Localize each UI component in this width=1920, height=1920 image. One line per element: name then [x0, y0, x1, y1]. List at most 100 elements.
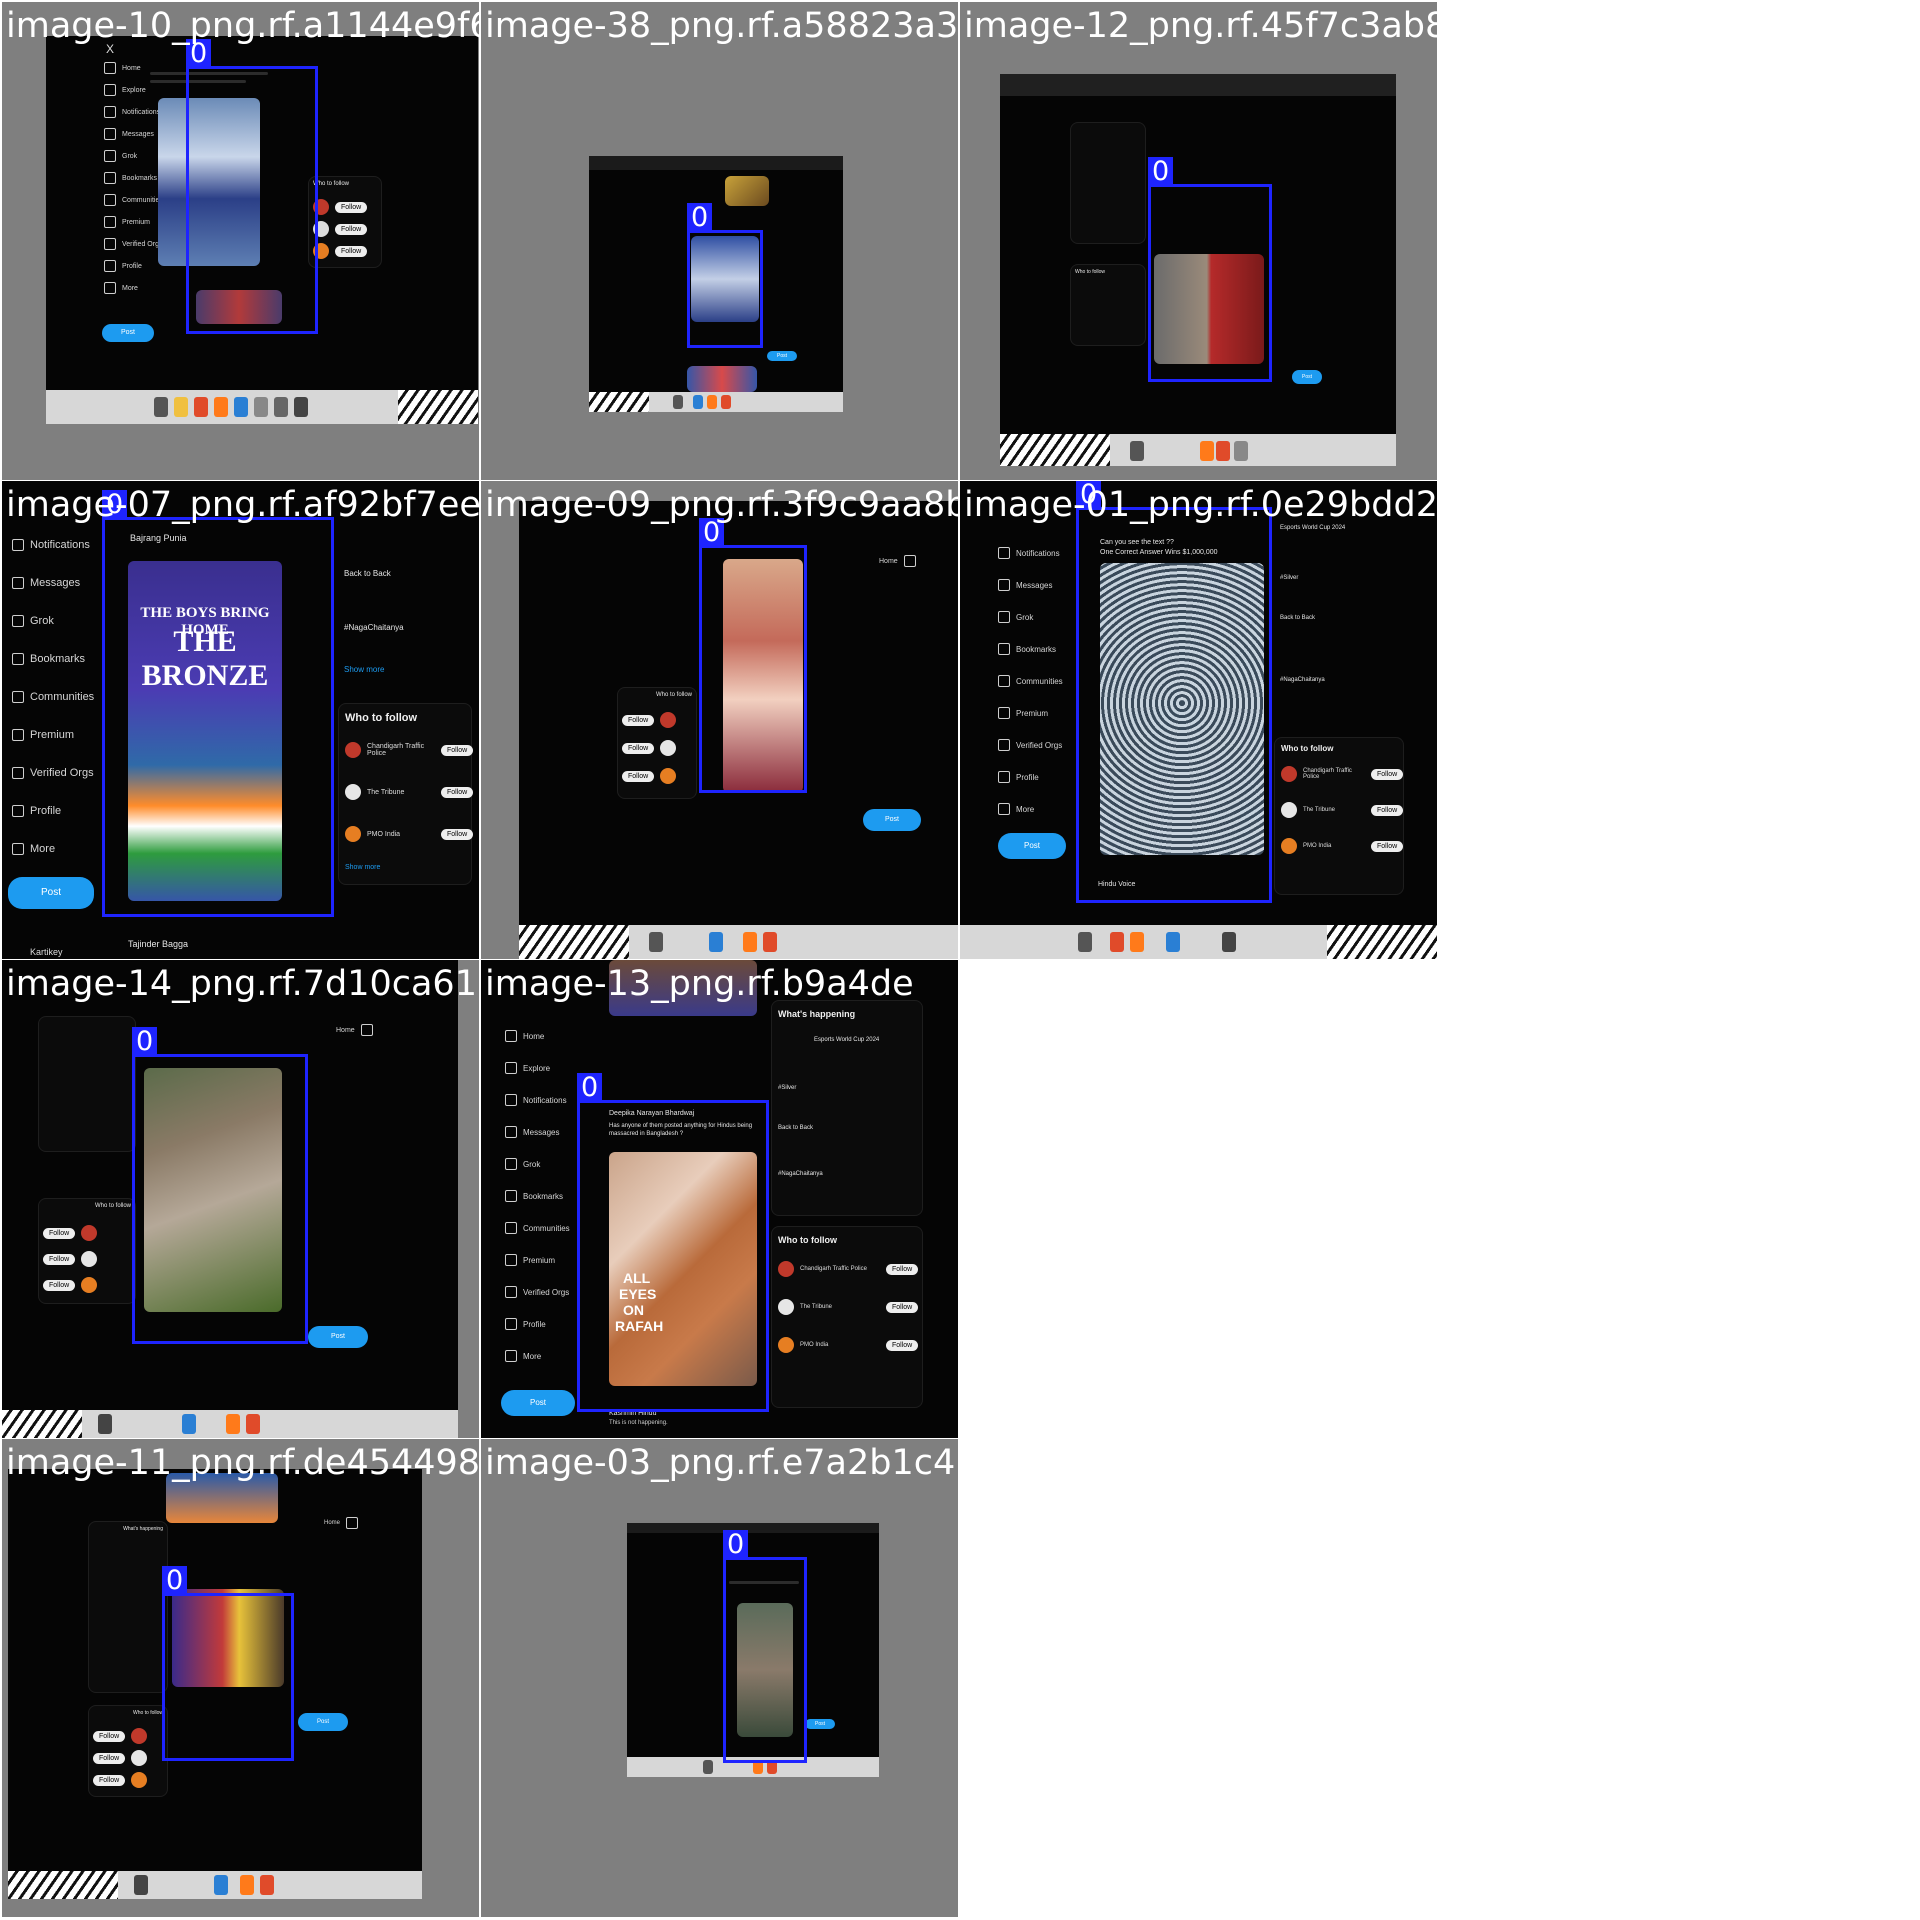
firefox-icon[interactable] — [1200, 441, 1214, 461]
app-icon[interactable] — [1130, 441, 1144, 461]
sidebar-item-premium[interactable]: Premium — [998, 707, 1048, 719]
sidebar-item-explore[interactable]: Explore — [505, 1062, 550, 1074]
vscode-icon[interactable] — [693, 395, 703, 409]
sidebar-item-home[interactable]: Home — [336, 1024, 373, 1036]
sidebar-item-explore[interactable]: Explore — [104, 84, 146, 96]
trend-item[interactable]: #Silver — [778, 1085, 796, 1091]
app-icon[interactable] — [1078, 932, 1092, 952]
app-icon[interactable] — [673, 395, 683, 409]
firefox-icon[interactable] — [214, 397, 228, 417]
sidebar-item-home[interactable]: Home — [324, 1517, 359, 1529]
settings-icon[interactable] — [294, 397, 308, 417]
trend-item[interactable]: #NagaChaitanya — [778, 1171, 823, 1177]
sidebar-item-home[interactable]: Home — [879, 555, 916, 567]
post-button[interactable]: Post — [102, 324, 154, 342]
sidebar-item-messages[interactable]: Messages — [104, 128, 154, 140]
trend-item[interactable]: Back to Back — [778, 1125, 813, 1131]
post-button[interactable]: Post — [1292, 370, 1322, 384]
sidebar-item-communities[interactable]: Communities — [998, 675, 1063, 687]
trend-item[interactable]: Back to Back — [344, 569, 391, 578]
sidebar-item-grok[interactable]: Grok — [104, 150, 137, 162]
vscode-icon[interactable] — [709, 932, 723, 952]
sidebar-item-notifications[interactable]: Notifications — [505, 1094, 567, 1106]
app-icon[interactable] — [174, 397, 188, 417]
firefox-icon[interactable] — [240, 1875, 254, 1895]
follow-button[interactable]: Follow — [93, 1774, 126, 1786]
sidebar-item-grok[interactable]: Grok — [505, 1158, 540, 1170]
follow-button[interactable]: Follow — [622, 742, 655, 754]
post-button[interactable]: Post — [501, 1390, 575, 1416]
sidebar-item-premium[interactable]: Premium — [505, 1254, 555, 1266]
follow-button[interactable]: Follow — [93, 1730, 126, 1742]
firefox-icon[interactable] — [707, 395, 717, 409]
vscode-icon[interactable] — [214, 1875, 228, 1895]
sidebar-item-communities[interactable]: Communities — [104, 194, 163, 206]
sidebar-item-verified-orgs[interactable]: Verified Orgs — [104, 238, 162, 250]
post-button[interactable]: Post — [298, 1713, 348, 1731]
follow-button[interactable]: Follow — [441, 786, 474, 798]
follow-button[interactable]: Follow — [441, 828, 474, 840]
sidebar-item-bookmarks[interactable]: Bookmarks — [505, 1190, 563, 1202]
post-button[interactable]: Post — [767, 351, 797, 361]
sidebar-item-verified-orgs[interactable]: Verified Orgs — [998, 739, 1062, 751]
brave-icon[interactable] — [763, 932, 777, 952]
settings-icon[interactable] — [134, 1875, 148, 1895]
follow-button[interactable]: Follow — [93, 1752, 126, 1764]
follow-button[interactable]: Follow — [43, 1253, 76, 1265]
app-icon[interactable] — [649, 932, 663, 952]
trend-item[interactable]: #NagaChaitanya — [1280, 677, 1325, 683]
sidebar-item-premium[interactable]: Premium — [104, 216, 150, 228]
show-more-link[interactable]: Show more — [344, 665, 384, 674]
sidebar-item-notifications[interactable]: Notifications — [998, 547, 1060, 559]
sidebar-item-notifications[interactable]: Notifications — [12, 539, 90, 551]
app-icon[interactable] — [274, 397, 288, 417]
follow-button[interactable]: Follow — [622, 770, 655, 782]
post-button[interactable]: Post — [8, 877, 94, 909]
sidebar-item-bookmarks[interactable]: Bookmarks — [998, 643, 1056, 655]
sidebar-item-notifications[interactable]: Notifications — [104, 106, 160, 118]
sidebar-item-bookmarks[interactable]: Bookmarks — [12, 653, 85, 665]
follow-button[interactable]: Follow — [1371, 840, 1404, 852]
sidebar-item-more[interactable]: More — [505, 1350, 541, 1362]
follow-button[interactable]: Follow — [335, 223, 368, 235]
post-button[interactable]: Post — [998, 833, 1066, 859]
settings-icon[interactable] — [1222, 932, 1236, 952]
follow-button[interactable]: Follow — [335, 201, 368, 213]
sidebar-item-messages[interactable]: Messages — [12, 577, 80, 589]
sidebar-item-messages[interactable]: Messages — [505, 1126, 559, 1138]
sidebar-item-more[interactable]: More — [12, 843, 55, 855]
sidebar-item-grok[interactable]: Grok — [12, 615, 54, 627]
brave-icon[interactable] — [1216, 441, 1230, 461]
follow-button[interactable]: Follow — [1371, 768, 1404, 780]
sidebar-item-more[interactable]: More — [104, 282, 138, 294]
brave-icon[interactable] — [260, 1875, 274, 1895]
app-icon[interactable] — [703, 1760, 713, 1774]
sidebar-item-grok[interactable]: Grok — [998, 611, 1033, 623]
follow-button[interactable]: Follow — [886, 1301, 919, 1313]
brave-icon[interactable] — [721, 395, 731, 409]
trend-item[interactable]: #NagaChaitanya — [344, 623, 404, 632]
trend-item[interactable]: Back to Back — [1280, 615, 1315, 621]
sidebar-item-premium[interactable]: Premium — [12, 729, 74, 741]
follow-button[interactable]: Follow — [441, 744, 474, 756]
sidebar-item-verified-orgs[interactable]: Verified Orgs — [12, 767, 94, 779]
post-button[interactable]: Post — [805, 1719, 835, 1729]
sidebar-item-more[interactable]: More — [998, 803, 1034, 815]
brave-icon[interactable] — [1110, 932, 1124, 952]
app-icon[interactable] — [1234, 441, 1248, 461]
sidebar-item-profile[interactable]: Profile — [104, 260, 142, 272]
sidebar-item-home[interactable]: Home — [104, 62, 141, 74]
post-button[interactable]: Post — [308, 1326, 368, 1348]
show-more-link[interactable]: Show more — [345, 864, 380, 871]
brave-icon[interactable] — [246, 1414, 260, 1434]
follow-button[interactable]: Follow — [43, 1227, 76, 1239]
brave-icon[interactable] — [194, 397, 208, 417]
app-icon[interactable] — [254, 397, 268, 417]
follow-button[interactable]: Follow — [886, 1339, 919, 1351]
esports-label[interactable]: Esports World Cup 2024 — [814, 1037, 879, 1043]
follow-button[interactable]: Follow — [43, 1279, 76, 1291]
follow-button[interactable]: Follow — [335, 245, 368, 257]
firefox-icon[interactable] — [743, 932, 757, 952]
sidebar-item-communities[interactable]: Communities — [505, 1222, 570, 1234]
sidebar-item-verified-orgs[interactable]: Verified Orgs — [505, 1286, 569, 1298]
